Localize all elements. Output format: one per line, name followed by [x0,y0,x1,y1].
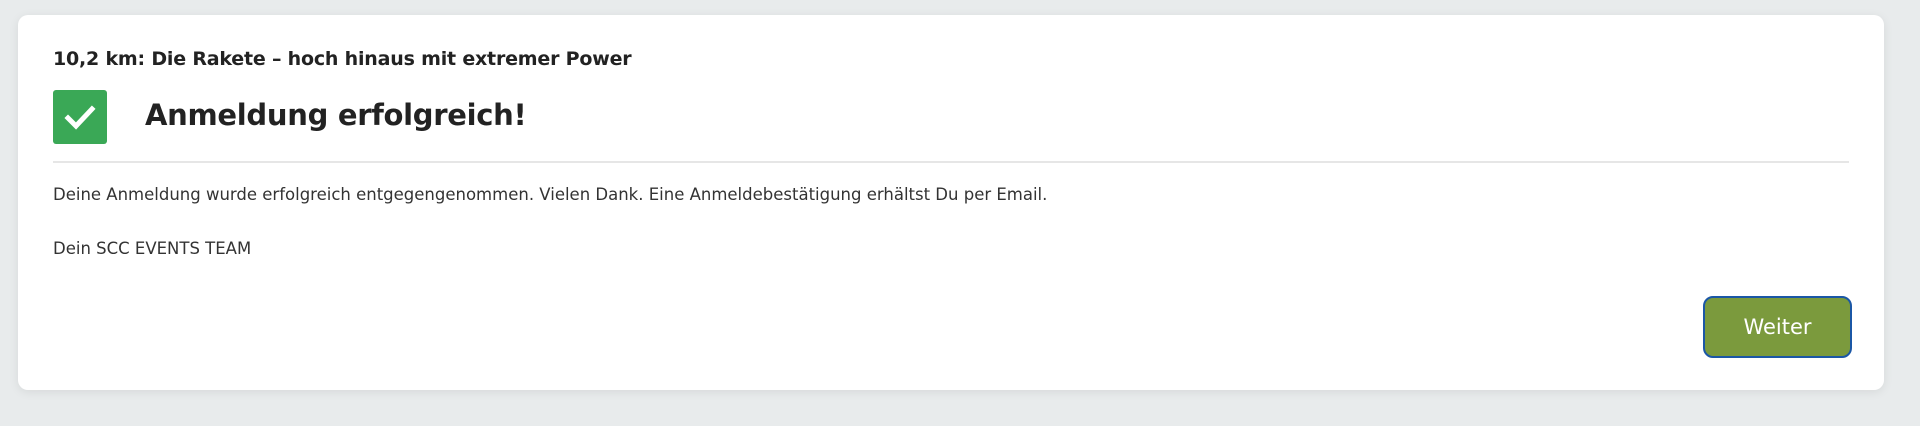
confirmation-message: Deine Anmeldung wurde erfolgreich entgeg… [53,185,1048,204]
course-title: 10,2 km: Die Rakete – hoch hinaus mit ex… [53,48,632,70]
registration-success-card: 10,2 km: Die Rakete – hoch hinaus mit ex… [18,15,1884,390]
checkmark-icon [64,105,96,130]
success-heading: Anmeldung erfolgreich! [145,98,527,132]
success-check-icon [53,90,107,144]
team-signature: Dein SCC EVENTS TEAM [53,239,252,258]
next-button[interactable]: Weiter [1703,296,1852,358]
divider [53,161,1849,163]
